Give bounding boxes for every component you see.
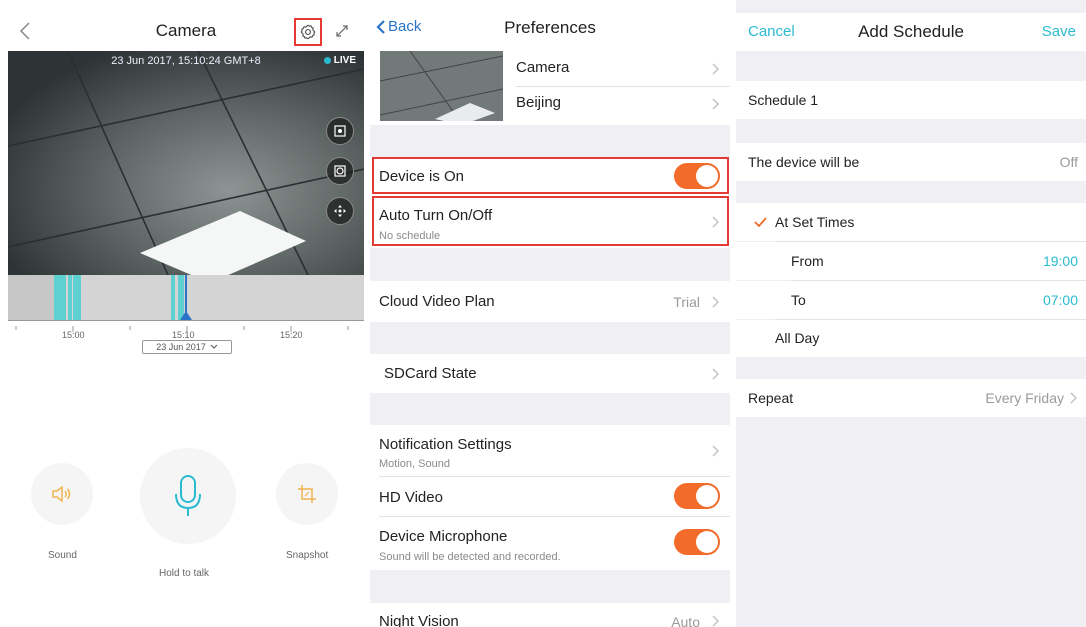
sound-button[interactable] [31, 463, 93, 525]
live-label: LIVE [333, 55, 356, 66]
section-spacer [370, 570, 730, 603]
hd-video-toggle[interactable] [674, 483, 720, 509]
toggle-knob [696, 531, 718, 553]
from-row[interactable]: From 19:00 [736, 242, 1086, 280]
record-icon [334, 125, 346, 137]
timeline-axis [8, 320, 364, 332]
save-button[interactable]: Save [1042, 23, 1076, 40]
timeline-tick-label: 15:20 [280, 330, 303, 340]
at-set-times-row[interactable]: At Set Times [736, 203, 1086, 241]
chevron-right-icon [712, 445, 720, 457]
section-spacer [370, 125, 730, 157]
live-video-feed[interactable]: 23 Jun 2017, 15:10:24 GMT+8 LIVE [8, 51, 364, 275]
sound-label: Sound [48, 550, 77, 561]
camera-screen: Camera 23 Jun 2017, 15:10:24 GMT+8 LIVE … [8, 0, 364, 627]
checkmark-icon [754, 217, 767, 227]
to-row[interactable]: To 07:00 [736, 281, 1086, 319]
speaker-icon [52, 485, 71, 503]
device-microphone-row: Device Microphone Sound will be detected… [370, 517, 730, 569]
live-indicator: LIVE [323, 55, 356, 66]
all-day-row[interactable]: All Day [736, 320, 1086, 357]
to-label: To [791, 292, 806, 308]
all-day-label: All Day [775, 330, 820, 346]
repeat-label: Repeat [748, 390, 794, 406]
location-row[interactable]: Beijing [370, 87, 730, 123]
cloud-video-label: Cloud Video Plan [379, 293, 495, 310]
ptz-button[interactable] [326, 197, 354, 225]
live-dot-icon [323, 57, 331, 64]
device-microphone-toggle[interactable] [674, 529, 720, 555]
highlight-device-on [372, 157, 729, 194]
notification-settings-row[interactable]: Notification Settings Motion, Sound [370, 425, 730, 476]
sdcard-row[interactable]: SDCard State [370, 354, 730, 392]
crop-icon [298, 485, 316, 503]
toggle-knob [696, 485, 718, 507]
talk-label: Hold to talk [159, 568, 210, 579]
snapshot-button[interactable] [276, 463, 338, 525]
device-microphone-label: Device Microphone [379, 528, 508, 545]
sdcard-label: SDCard State [384, 365, 477, 382]
to-time: 07:00 [1042, 292, 1078, 308]
notification-settings-subtitle: Motion, Sound [379, 458, 450, 470]
chevron-right-icon [712, 615, 720, 627]
snapshot-label: Snapshot [286, 550, 329, 561]
night-vision-row[interactable]: Night Vision Auto [370, 603, 730, 627]
playback-timeline[interactable] [8, 275, 364, 320]
capture-button[interactable] [326, 157, 354, 185]
camera-name-label: Camera [516, 59, 570, 76]
camera-nav-bar: Camera [8, 13, 364, 49]
camera-name-row[interactable]: Camera [370, 51, 730, 86]
night-vision-label: Night Vision [379, 613, 459, 627]
expand-icon[interactable] [334, 23, 350, 39]
gear-icon [300, 24, 316, 40]
chevron-right-icon [712, 296, 720, 308]
microphone-icon [175, 475, 201, 516]
chevron-down-icon [210, 344, 218, 349]
record-button[interactable] [326, 117, 354, 145]
video-timestamp: 23 Jun 2017, 15:10:24 GMT+8 [111, 55, 261, 67]
at-set-times-label: At Set Times [775, 214, 855, 230]
section-spacer [370, 322, 730, 354]
hold-to-talk-button[interactable] [140, 448, 236, 544]
cloud-video-row[interactable]: Cloud Video Plan Trial [370, 281, 730, 321]
section-spacer [370, 248, 730, 281]
video-frame [8, 51, 364, 275]
from-time: 19:00 [1042, 253, 1078, 269]
chevron-right-icon [1070, 392, 1078, 404]
schedule-name: Schedule 1 [748, 92, 819, 108]
ptz-icon [334, 205, 346, 217]
chevron-right-icon [712, 368, 720, 380]
highlight-auto-turn [372, 196, 729, 246]
schedule-name-row[interactable]: Schedule 1 [736, 81, 1086, 119]
schedule-title: Add Schedule [858, 22, 964, 41]
repeat-row[interactable]: Repeat Every Friday [736, 379, 1086, 417]
night-vision-value: Auto [671, 614, 700, 627]
hd-video-label: HD Video [379, 489, 443, 506]
from-label: From [791, 253, 824, 269]
section-spacer [370, 393, 730, 425]
device-microphone-subtitle: Sound will be detected and recorded. [379, 551, 561, 563]
capture-icon [334, 165, 346, 177]
notification-settings-label: Notification Settings [379, 436, 512, 453]
preferences-nav-bar: Back Preferences [370, 13, 730, 49]
chevron-right-icon [712, 98, 720, 110]
timeline-tick-label: 15:00 [62, 330, 85, 340]
repeat-value: Every Friday [985, 390, 1064, 406]
date-label: 23 Jun 2017 [156, 342, 206, 352]
timeline-track [8, 275, 192, 320]
settings-button[interactable] [294, 18, 322, 46]
device-will-be-value: Off [1059, 154, 1078, 170]
location-label: Beijing [516, 94, 562, 111]
timeline-tick-label: 15:10 [172, 330, 195, 340]
device-will-be-label: The device will be [748, 154, 860, 170]
device-will-be-row[interactable]: The device will be Off [736, 143, 1086, 181]
schedule-nav-bar: Cancel Add Schedule Save [736, 13, 1086, 51]
preferences-title: Preferences [504, 18, 596, 37]
hd-video-row: HD Video [370, 477, 730, 516]
add-schedule-screen: Cancel Add Schedule Save Schedule 1 The … [736, 0, 1086, 627]
cloud-video-value: Trial [673, 294, 700, 310]
preferences-screen: Back Preferences Camera Beijing Device i… [370, 0, 730, 627]
chevron-right-icon [712, 63, 720, 75]
date-selector[interactable]: 23 Jun 2017 [142, 340, 232, 354]
